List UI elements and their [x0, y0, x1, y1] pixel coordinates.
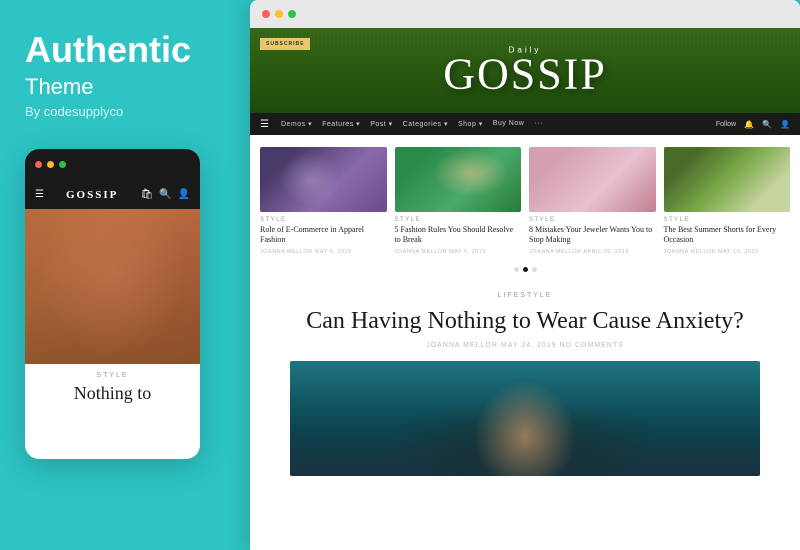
mobile-dot-red	[35, 161, 42, 168]
left-panel: Authentic Theme By codesupplyco ☰ GOSSIP…	[0, 0, 250, 550]
nav-item-demos[interactable]: Demos ▾	[281, 120, 312, 128]
pagination-dot-1[interactable]	[514, 267, 519, 272]
pagination-dot-3[interactable]	[532, 267, 537, 272]
article-image-4	[664, 147, 791, 212]
pagination-dots	[250, 263, 800, 276]
mobile-face-overlay	[25, 209, 200, 364]
nav-user-icon[interactable]: 👤	[780, 120, 790, 129]
nav-item-shop[interactable]: Shop ▾	[458, 120, 483, 128]
mobile-content: STYLE Nothing to	[25, 364, 200, 413]
nav-item-more[interactable]: ···	[534, 120, 543, 128]
browser-dot-yellow	[275, 10, 283, 18]
brand-title: Authentic	[25, 30, 225, 70]
article-card-1: STYLE Role of E-Commerce in Apparel Fash…	[260, 147, 387, 255]
article-style-3: STYLE	[529, 217, 656, 223]
mobile-user-icon: 👤	[178, 189, 190, 200]
feature-title[interactable]: Can Having Nothing to Wear Cause Anxiety…	[290, 307, 760, 336]
nav-follow: Follow	[716, 121, 736, 128]
brand-subtitle: Theme	[25, 74, 225, 100]
mobile-menu-icon: ☰	[35, 189, 44, 200]
feature-meta: JOANNA MELLOR MAY 24, 2019 NO COMMENTS	[290, 342, 760, 349]
browser-dot-red	[262, 10, 270, 18]
nav-menu-icon[interactable]: ☰	[260, 119, 269, 130]
site-logo: Daily GOSSIP	[443, 45, 607, 96]
article-card-4: STYLE The Best Summer Shorts for Every O…	[664, 147, 791, 255]
site-header: SUBSCRIBE Daily GOSSIP	[250, 28, 800, 113]
article-meta-3: JOANNA MELLOR APRIL 29, 2019	[529, 249, 656, 255]
brand-by: By codesupplyco	[25, 104, 225, 119]
mobile-dot-green	[59, 161, 66, 168]
nav-item-categories[interactable]: Categories ▾	[403, 120, 448, 128]
article-style-4: STYLE	[664, 217, 791, 223]
nav-bell-icon[interactable]: 🔔	[744, 120, 754, 129]
nav-right: Follow 🔔 🔍 👤	[716, 120, 790, 129]
nav-item-post[interactable]: Post ▾	[370, 120, 392, 128]
article-title-3[interactable]: 8 Mistakes Your Jeweler Wants You to Sto…	[529, 225, 656, 246]
mobile-nav: ☰ GOSSIP 🛍 🔍 👤	[25, 181, 200, 209]
article-image-1	[260, 147, 387, 212]
site-logo-text: GOSSIP	[443, 52, 607, 96]
article-title-2[interactable]: 5 Fashion Rules You Should Resolve to Br…	[395, 225, 522, 246]
mobile-dot-yellow	[47, 161, 54, 168]
pagination-dot-2[interactable]	[523, 267, 528, 272]
article-meta-1: JOANNA MELLOR MAY 5, 2019	[260, 249, 387, 255]
article-meta-2: JOANNA MELLOR MAY 5, 2019	[395, 249, 522, 255]
mobile-hero-image	[25, 209, 200, 364]
article-title-4[interactable]: The Best Summer Shorts for Every Occasio…	[664, 225, 791, 246]
mobile-top-bar	[25, 149, 200, 181]
article-image-2	[395, 147, 522, 212]
mobile-nav-icons: 🛍 🔍 👤	[140, 189, 190, 200]
mobile-logo: GOSSIP	[66, 189, 118, 201]
mobile-mockup: ☰ GOSSIP 🛍 🔍 👤 STYLE Nothing to	[25, 149, 200, 459]
article-meta-4: JOANNA MELLOR MAY 10, 2019	[664, 249, 791, 255]
mobile-style-label: STYLE	[35, 372, 190, 379]
mobile-bag-icon: 🛍	[140, 189, 153, 200]
nav-item-buynow[interactable]: Buy Now	[493, 120, 525, 128]
article-style-2: STYLE	[395, 217, 522, 223]
article-title-1[interactable]: Role of E-Commerce in Apparel Fashion	[260, 225, 387, 246]
feature-article: LIFESTYLE Can Having Nothing to Wear Cau…	[250, 276, 800, 476]
mobile-article-title: Nothing to	[35, 383, 190, 405]
article-card-2: STYLE 5 Fashion Rules You Should Resolve…	[395, 147, 522, 255]
subscribe-button[interactable]: SUBSCRIBE	[260, 38, 310, 50]
article-image-3	[529, 147, 656, 212]
browser-dot-green	[288, 10, 296, 18]
nav-item-features[interactable]: Features ▾	[322, 120, 360, 128]
feature-label: LIFESTYLE	[290, 292, 760, 299]
feature-figure	[465, 376, 585, 476]
nav-search-icon[interactable]: 🔍	[762, 120, 772, 129]
article-style-1: STYLE	[260, 217, 387, 223]
article-grid: STYLE Role of E-Commerce in Apparel Fash…	[250, 135, 800, 263]
mobile-search-icon: 🔍	[159, 189, 171, 200]
article-card-3: STYLE 8 Mistakes Your Jeweler Wants You …	[529, 147, 656, 255]
site-nav: ☰ Demos ▾ Features ▾ Post ▾ Categories ▾…	[250, 113, 800, 135]
browser-mockup: SUBSCRIBE Daily GOSSIP ☰ Demos ▾ Feature…	[250, 0, 800, 550]
browser-chrome	[250, 0, 800, 28]
nav-items: Demos ▾ Features ▾ Post ▾ Categories ▾ S…	[281, 120, 704, 128]
feature-image	[290, 361, 760, 476]
